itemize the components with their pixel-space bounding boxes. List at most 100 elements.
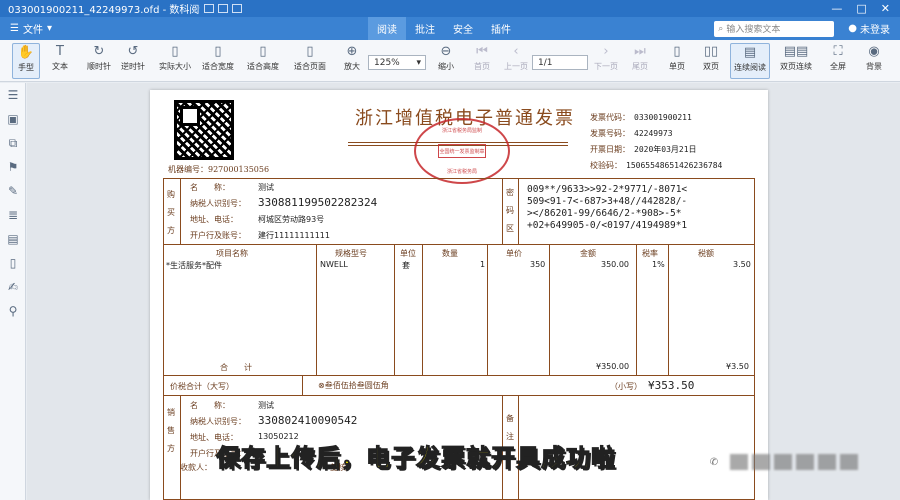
document-icon[interactable]: ▤ — [0, 227, 26, 251]
fit-height-icon: ▯ — [259, 44, 267, 59]
seller-tax-id: 330802410090542 — [258, 414, 358, 427]
single-page-button[interactable]: ▯ 单页 — [664, 43, 690, 79]
meta-label: 校验码： — [590, 161, 622, 170]
blurred-account-name — [730, 454, 858, 470]
save-icon[interactable] — [218, 4, 228, 13]
col-tax: 税额 — [698, 249, 714, 258]
invoice-number: 发票号码： 42249973 — [590, 128, 673, 139]
rotate-cw-button[interactable]: ↻ 顺时针 — [84, 43, 114, 79]
menu-bar: ☰ 文件 ▾ 阅读 批注 安全 插件 ⌕ 输入搜索文本 ● 未登录 — [0, 17, 900, 40]
col-price: 单价 — [506, 249, 522, 258]
rotate-ccw-label: 逆时针 — [121, 62, 145, 71]
video-subtitle: 保存上传后，电子发票就开具成功啦 — [216, 444, 616, 473]
zoom-in-button[interactable]: ⊕ 放大 — [340, 43, 364, 79]
table-rule — [502, 178, 503, 244]
fit-width-button[interactable]: ▯ 适合宽度 — [200, 43, 236, 79]
seller-taxid-label: 纳税人识别号： — [190, 417, 246, 426]
stack-icon[interactable]: ≣ — [0, 203, 26, 227]
print-icon[interactable] — [232, 4, 242, 13]
login-button[interactable]: ● 未登录 — [834, 21, 900, 36]
table-rule — [487, 244, 488, 375]
meta-label: 开票日期： — [590, 145, 630, 154]
minimize-button[interactable]: — — [831, 2, 842, 15]
search-input[interactable]: ⌕ 输入搜索文本 — [714, 20, 835, 37]
attachment-icon[interactable]: ⚲ — [0, 299, 26, 323]
item-name: *生活服务*配件 — [166, 261, 222, 270]
continuous-button[interactable]: ▤ 连续阅读 — [730, 43, 770, 79]
page-number-input[interactable]: 1/1 — [532, 55, 588, 70]
next-page-label: 下一页 — [594, 62, 618, 71]
seal-inner-text: 全国统一发票监制章 — [438, 144, 486, 158]
table-rule — [549, 244, 550, 375]
first-page-button[interactable]: ⏮ 首页 — [470, 43, 494, 79]
item-rate: 1% — [652, 260, 665, 269]
fullscreen-label: 全屏 — [830, 62, 846, 71]
zoom-select[interactable]: 125% ▾ — [368, 55, 426, 70]
buyer-bank: 建行11111111111 — [258, 231, 330, 240]
fullscreen-icon: ⛶ — [833, 44, 843, 59]
watermark: ✆ — [704, 450, 900, 474]
table-rule — [163, 375, 755, 376]
payee-label: 收款人： — [180, 463, 212, 472]
text-tool-button[interactable]: T 文本 — [48, 43, 72, 79]
sum-words: ⊗叁佰伍拾叁圆伍角 — [318, 381, 389, 390]
chevron-down-icon: ▾ — [416, 57, 421, 68]
open-icon[interactable] — [204, 4, 214, 13]
col-rate: 税率 — [642, 249, 658, 258]
tab-annotate[interactable]: 批注 — [406, 17, 444, 40]
tab-plugins[interactable]: 插件 — [482, 17, 520, 40]
close-button[interactable]: ✕ — [881, 2, 890, 15]
hand-label: 手型 — [18, 63, 34, 72]
buyer-taxid-label: 纳税人识别号： — [190, 199, 246, 208]
machine-number-value: 927000135056 — [208, 165, 270, 174]
issue-date: 开票日期： 2020年03月21日 — [590, 144, 697, 155]
outline-icon[interactable]: ☰ — [0, 83, 26, 107]
background-button[interactable]: ◉ 背景 — [858, 43, 890, 79]
table-rule — [668, 244, 669, 375]
file-icon[interactable]: ▯ — [0, 251, 26, 275]
double-continuous-label: 双页连续 — [780, 62, 812, 71]
text-label: 文本 — [52, 62, 68, 71]
table-rule — [316, 244, 317, 375]
table-rule — [518, 178, 519, 244]
total-amount: ¥350.00 — [596, 362, 630, 371]
thumbnail-icon[interactable]: ▣ — [0, 107, 26, 131]
file-menu-label: 文件 — [22, 25, 43, 36]
fullscreen-button[interactable]: ⛶ 全屏 — [826, 43, 850, 79]
comment-icon[interactable]: ✎ — [0, 179, 26, 203]
left-sidebar: ☰ ▣ ⧉ ⚑ ✎ ≣ ▤ ▯ ✍ ⚲ — [0, 83, 26, 500]
tab-read[interactable]: 阅读 — [368, 17, 406, 40]
fit-page-icon: ▯ — [306, 44, 314, 59]
maximize-button[interactable]: □ — [856, 2, 866, 15]
last-page-button[interactable]: ⏭ 尾页 — [628, 43, 652, 79]
zoom-out-button[interactable]: ⊖ 缩小 — [434, 43, 458, 79]
seal-bottom-text: 浙江省税务局 — [446, 169, 477, 175]
seal-ring-text: 浙江省税务局监制 — [441, 128, 482, 134]
layers-icon[interactable]: ⧉ — [0, 131, 26, 155]
actual-size-button[interactable]: ▯ 实际大小 — [157, 43, 193, 79]
rotate-ccw-button[interactable]: ↺ 逆时针 — [118, 43, 148, 79]
edit-icon[interactable]: ✍ — [0, 275, 26, 299]
double-page-button[interactable]: ▯▯ 双页 — [698, 43, 724, 79]
fit-page-button[interactable]: ▯ 适合页面 — [292, 43, 328, 79]
item-unit: 套 — [402, 261, 410, 270]
tab-security[interactable]: 安全 — [444, 17, 482, 40]
seller-side-label: 销售方 — [167, 408, 175, 453]
prev-page-button[interactable]: ‹ 上一页 — [502, 43, 530, 79]
double-continuous-button[interactable]: ▤▤ 双页连续 — [776, 43, 816, 79]
bookmark-icon[interactable]: ⚑ — [0, 155, 26, 179]
file-menu[interactable]: ☰ 文件 ▾ — [0, 21, 140, 36]
item-amount: 350.00 — [601, 260, 629, 269]
check-code: 校验码： 15065548651426236784 — [590, 160, 722, 171]
hand-tool-button[interactable]: ✋ 手型 — [12, 43, 40, 79]
next-page-button[interactable]: › 下一页 — [592, 43, 620, 79]
fit-width-icon: ▯ — [214, 44, 222, 59]
sum-small-label: （小写） — [610, 382, 642, 391]
table-rule — [394, 244, 395, 375]
buyer-name-label: 名 称： — [190, 183, 230, 192]
fit-height-button[interactable]: ▯ 适合高度 — [245, 43, 281, 79]
hand-icon: ✋ — [17, 45, 35, 60]
item-price: 350 — [530, 260, 546, 269]
table-rule — [180, 178, 181, 244]
first-page-icon: ⏮ — [476, 44, 488, 59]
